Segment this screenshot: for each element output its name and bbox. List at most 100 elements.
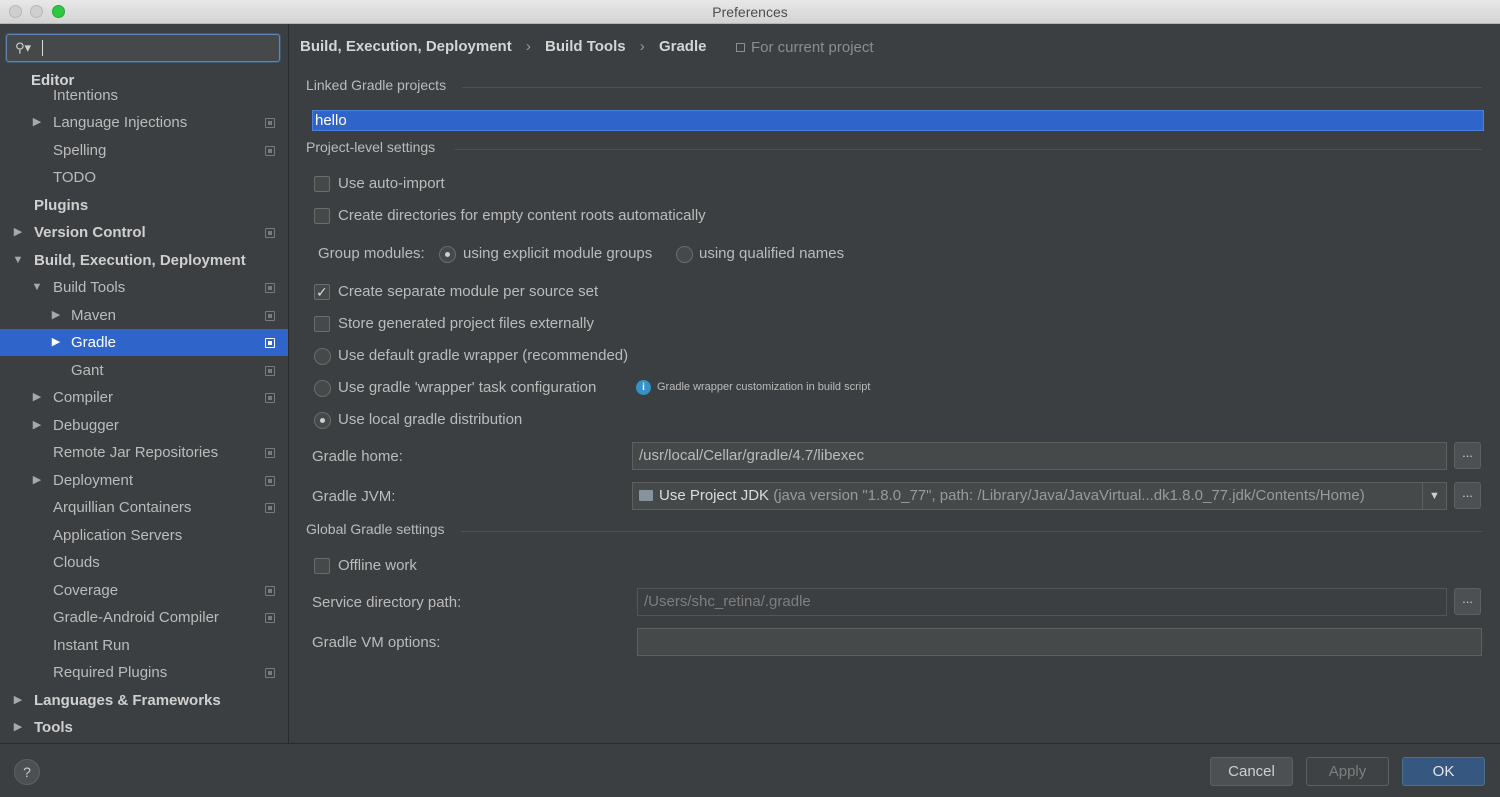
radio-label: Use local gradle distribution bbox=[338, 411, 523, 428]
expand-arrow-icon[interactable]: ▶ bbox=[12, 714, 24, 741]
store-external-checkbox[interactable] bbox=[314, 316, 330, 332]
expand-arrow-icon[interactable]: ▶ bbox=[12, 219, 24, 246]
breadcrumb-item[interactable]: Build Tools bbox=[545, 38, 626, 55]
group-modules-qualified-radio[interactable] bbox=[676, 246, 693, 263]
project-scope-icon bbox=[265, 448, 275, 458]
section-title-project-settings: Project-level settings bbox=[306, 139, 436, 155]
gradle-jvm-browse-button[interactable]: ... bbox=[1454, 482, 1481, 509]
project-scope-icon bbox=[265, 228, 275, 238]
sidebar-item-gradle[interactable]: ▶ Gradle bbox=[0, 329, 288, 356]
breadcrumb-separator: › bbox=[639, 38, 645, 55]
sidebar-item-label: Version Control bbox=[34, 224, 146, 241]
sidebar-item-remote-jar-repositories[interactable]: Remote Jar Repositories bbox=[0, 439, 288, 466]
sidebar-item-clouds[interactable]: Clouds bbox=[0, 549, 288, 576]
sidebar-item-tools[interactable]: ▶ Tools bbox=[0, 714, 288, 741]
sidebar-item-instant-run[interactable]: Instant Run bbox=[0, 632, 288, 659]
radio-label[interactable]: using explicit module groups bbox=[463, 243, 652, 265]
linked-project-item[interactable]: hello bbox=[312, 110, 1484, 131]
gradle-jvm-combobox[interactable]: Use Project JDK (java version "1.8.0_77"… bbox=[632, 482, 1447, 510]
sidebar-item-label: Languages & Frameworks bbox=[34, 692, 221, 709]
sidebar-item-language-injections[interactable]: ▶ Language Injections bbox=[0, 109, 288, 136]
sidebar-item-todo[interactable]: TODO bbox=[0, 164, 288, 191]
sidebar-item-label: Language Injections bbox=[53, 114, 188, 131]
service-dir-browse-button[interactable]: ... bbox=[1454, 588, 1481, 615]
sidebar-item-label: TODO bbox=[53, 169, 97, 186]
breadcrumb-item[interactable]: Build, Execution, Deployment bbox=[300, 38, 512, 55]
gradle-settings-panel: Build, Execution, Deployment › Build Too… bbox=[290, 24, 1500, 743]
settings-sidebar: ⚲▾ Intentions Editor ▶ Language Injectio… bbox=[0, 24, 289, 743]
help-button[interactable]: ? bbox=[14, 759, 40, 785]
expand-arrow-icon[interactable]: ▶ bbox=[31, 412, 43, 439]
sidebar-item-maven[interactable]: ▶ Maven bbox=[0, 302, 288, 329]
sidebar-item-build-tools[interactable]: ▼ Build Tools bbox=[0, 274, 288, 301]
sidebar-item-deployment[interactable]: ▶ Deployment bbox=[0, 467, 288, 494]
local-distribution-radio[interactable] bbox=[314, 412, 331, 429]
group-modules-explicit-radio[interactable] bbox=[439, 246, 456, 263]
expand-arrow-icon[interactable]: ▶ bbox=[31, 467, 43, 494]
vm-options-label: Gradle VM options: bbox=[312, 634, 441, 651]
group-modules-label: Group modules: bbox=[318, 245, 425, 262]
auto-import-checkbox[interactable] bbox=[314, 176, 330, 192]
info-icon: i bbox=[636, 380, 651, 395]
section-divider bbox=[462, 87, 1482, 88]
sidebar-item-arquillian-containers[interactable]: Arquillian Containers bbox=[0, 494, 288, 521]
collapse-arrow-icon[interactable]: ▼ bbox=[31, 274, 43, 301]
checkbox-label: Create directories for empty content roo… bbox=[338, 207, 706, 224]
project-scope-icon bbox=[736, 43, 745, 52]
sidebar-item-label: Compiler bbox=[53, 389, 114, 406]
sidebar-item-compiler[interactable]: ▶ Compiler bbox=[0, 384, 288, 411]
expand-arrow-icon[interactable]: ▶ bbox=[31, 384, 43, 411]
sidebar-item-debugger[interactable]: ▶ Debugger bbox=[0, 412, 288, 439]
radio-label[interactable]: using qualified names bbox=[699, 243, 844, 265]
checkbox-label: Use auto-import bbox=[338, 175, 445, 192]
sidebar-item-version-control[interactable]: ▶ Version Control bbox=[0, 219, 288, 246]
sidebar-item-coverage[interactable]: Coverage bbox=[0, 577, 288, 604]
gradle-home-field[interactable]: /usr/local/Cellar/gradle/4.7/libexec bbox=[632, 442, 1447, 470]
ok-button[interactable]: OK bbox=[1402, 757, 1485, 786]
sidebar-sticky-header[interactable]: Editor bbox=[31, 72, 74, 89]
sidebar-item-build-execution-deployment[interactable]: ▼ Build, Execution, Deployment bbox=[0, 247, 288, 274]
vm-options-field[interactable] bbox=[637, 628, 1482, 656]
breadcrumb-separator: › bbox=[525, 38, 531, 55]
sidebar-item-required-plugins[interactable]: Required Plugins bbox=[0, 659, 288, 686]
project-scope-icon bbox=[265, 338, 275, 348]
service-dir-field[interactable]: /Users/shc_retina/.gradle bbox=[637, 588, 1447, 616]
project-scope-icon bbox=[265, 586, 275, 596]
apply-button[interactable]: Apply bbox=[1306, 757, 1389, 786]
sidebar-item-label: Arquillian Containers bbox=[53, 499, 192, 516]
project-scope-icon bbox=[265, 311, 275, 321]
chevron-down-icon[interactable]: ▼ bbox=[1422, 483, 1446, 509]
service-dir-label: Service directory path: bbox=[312, 594, 462, 611]
expand-arrow-icon[interactable]: ▶ bbox=[50, 302, 62, 329]
expand-arrow-icon[interactable]: ▶ bbox=[12, 687, 24, 714]
settings-search-field[interactable]: ⚲▾ bbox=[6, 34, 280, 62]
expand-arrow-icon[interactable]: ▶ bbox=[31, 109, 43, 136]
project-scope-icon bbox=[265, 668, 275, 678]
gradle-home-browse-button[interactable]: ... bbox=[1454, 442, 1481, 469]
expand-arrow-icon[interactable]: ▶ bbox=[50, 329, 62, 356]
wrapper-hint-text: Gradle wrapper customization in build sc… bbox=[657, 381, 871, 393]
create-dirs-checkbox[interactable] bbox=[314, 208, 330, 224]
sidebar-item-gant[interactable]: Gant bbox=[0, 357, 288, 384]
sidebar-item-label: Spelling bbox=[53, 142, 107, 159]
sidebar-item-application-servers[interactable]: Application Servers bbox=[0, 522, 288, 549]
sidebar-item-spelling[interactable]: Spelling bbox=[0, 137, 288, 164]
collapse-arrow-icon[interactable]: ▼ bbox=[12, 247, 24, 274]
project-scope-icon bbox=[265, 283, 275, 293]
sidebar-item-label: Maven bbox=[71, 307, 117, 324]
offline-work-checkbox[interactable] bbox=[314, 558, 330, 574]
default-wrapper-radio[interactable] bbox=[314, 348, 331, 365]
cancel-button[interactable]: Cancel bbox=[1210, 757, 1293, 786]
sidebar-item-languages-frameworks[interactable]: ▶ Languages & Frameworks bbox=[0, 687, 288, 714]
sidebar-item-plugins[interactable]: Plugins bbox=[0, 192, 288, 219]
window-title: Preferences bbox=[712, 4, 788, 20]
sidebar-item-gradle-android-compiler[interactable]: Gradle-Android Compiler bbox=[0, 604, 288, 631]
jdk-name: Use Project JDK bbox=[659, 487, 770, 504]
gradle-home-label: Gradle home: bbox=[312, 448, 403, 465]
checkbox-label: Create separate module per source set bbox=[338, 283, 599, 300]
sidebar-item-label: Gant bbox=[71, 362, 104, 379]
sidebar-item-label: Build, Execution, Deployment bbox=[34, 252, 246, 269]
separate-module-checkbox[interactable] bbox=[314, 281, 330, 303]
wrapper-task-radio[interactable] bbox=[314, 380, 331, 397]
sidebar-item-label: Plugins bbox=[34, 197, 89, 214]
